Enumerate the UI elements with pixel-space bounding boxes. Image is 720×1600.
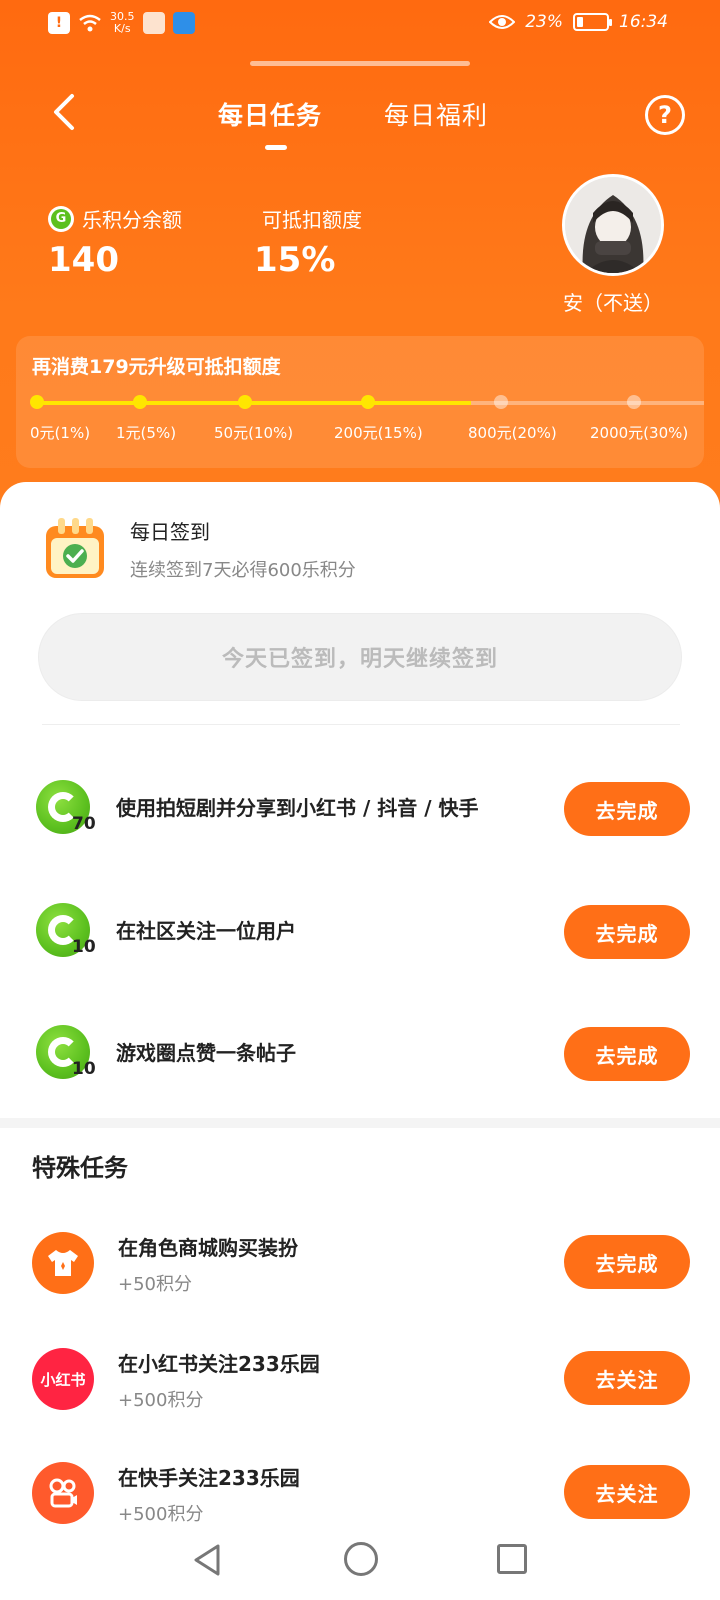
shirt-icon <box>32 1232 94 1294</box>
task-points: 10 <box>72 937 96 957</box>
task-follow-button[interactable]: 去关注 <box>564 1351 690 1405</box>
special-tasks-heading: 特殊任务 <box>32 1154 128 1182</box>
tab-bar: 每日任务 每日福利 <box>0 92 720 152</box>
avatar[interactable] <box>562 174 664 276</box>
task-title: 游戏圈点赞一条帖子 <box>116 1041 296 1065</box>
signin-subtitle: 连续签到7天必得600乐积分 <box>130 560 356 581</box>
help-icon[interactable]: ? <box>645 95 685 135</box>
points-balance-value: 140 <box>48 240 119 280</box>
signin-button[interactable]: 今天已签到，明天继续签到 <box>38 613 682 701</box>
level-dot <box>238 395 252 409</box>
level-label: 1元(5%) <box>116 424 177 442</box>
level-dot <box>627 395 641 409</box>
system-nav-bar <box>0 1524 720 1600</box>
sheet-handle[interactable] <box>250 61 470 66</box>
deduct-label: 可抵扣额度 <box>262 208 362 232</box>
task-title: 在快手关注233乐园 <box>118 1466 300 1490</box>
kuaishou-logo <box>32 1462 94 1524</box>
task-points: 10 <box>72 1059 96 1079</box>
points-balance-label: G 乐积分余额 <box>48 204 182 233</box>
task-reward: +500积分 <box>118 1504 204 1525</box>
battery-level <box>577 17 583 27</box>
alert-icon: ! <box>48 12 70 34</box>
weather-icon <box>172 12 195 34</box>
level-label: 0元(1%) <box>30 424 91 442</box>
wifi-icon <box>79 14 101 32</box>
level-dot <box>494 395 508 409</box>
level-dot <box>133 395 147 409</box>
tab-daily-tasks[interactable]: 每日任务 <box>218 96 322 132</box>
task-title: 使用拍短剧并分享到小红书 / 抖音 / 快手 <box>116 796 479 820</box>
task-title: 在社区关注一位用户 <box>116 919 296 943</box>
level-dot <box>361 395 375 409</box>
task-complete-button[interactable]: 去完成 <box>564 905 690 959</box>
task-reward: +50积分 <box>118 1274 192 1295</box>
avatar-image <box>565 177 661 273</box>
level-label: 200元(15%) <box>334 424 423 442</box>
task-complete-button[interactable]: 去完成 <box>564 1235 690 1289</box>
upgrade-title: 再消费179元升级可抵扣额度 <box>32 356 281 378</box>
signin-title: 每日签到 <box>130 520 210 544</box>
clock: 16:34 <box>619 12 668 32</box>
status-bar: ! 30.5 K/s 23% 16:34 <box>0 0 720 48</box>
nav-home-icon[interactable] <box>344 1542 378 1576</box>
task-reward: +500积分 <box>118 1390 204 1411</box>
list-item: 在角色商城购买装扮 +50积分 去完成 <box>0 1232 720 1322</box>
list-item: 10 游戏圈点赞一条帖子 去完成 <box>0 1019 720 1099</box>
network-speed: 30.5 K/s <box>110 10 135 35</box>
user-name: 安（不送） <box>563 291 663 315</box>
list-item: 70 使用拍短剧并分享到小红书 / 抖音 / 快手 去完成 <box>0 774 720 854</box>
level-dot <box>30 395 44 409</box>
task-follow-button[interactable]: 去关注 <box>564 1465 690 1519</box>
eye-icon <box>489 15 516 29</box>
task-complete-button[interactable]: 去完成 <box>564 782 690 836</box>
task-title: 在小红书关注233乐园 <box>118 1352 320 1376</box>
nav-recents-icon[interactable] <box>497 1544 527 1574</box>
task-complete-button[interactable]: 去完成 <box>564 1027 690 1081</box>
battery-icon <box>573 13 612 31</box>
shopping-bag-icon <box>142 12 165 34</box>
list-item: 小红书 在小红书关注233乐园 +500积分 去关注 <box>0 1348 720 1438</box>
tab-daily-welfare[interactable]: 每日福利 <box>384 96 488 132</box>
upgrade-progress-card: 再消费179元升级可抵扣额度 0元(1%) 1元(5%) 50元(10%) 20… <box>16 336 704 468</box>
deduct-value: 15% <box>254 240 336 280</box>
battery-percent: 23% <box>525 12 563 32</box>
points-coin-icon: G <box>48 205 74 232</box>
nav-back-icon[interactable] <box>190 1542 226 1578</box>
task-points: 70 <box>72 814 96 834</box>
xiaohongshu-logo: 小红书 <box>32 1348 94 1410</box>
level-label: 50元(10%) <box>214 424 294 442</box>
section-separator <box>0 1118 720 1128</box>
active-tab-indicator <box>265 145 287 150</box>
task-title: 在角色商城购买装扮 <box>118 1236 298 1260</box>
level-label: 2000元(30%) <box>590 424 689 442</box>
progress-fill <box>36 401 471 405</box>
list-item: 10 在社区关注一位用户 去完成 <box>0 897 720 977</box>
level-label: 800元(20%) <box>468 424 557 442</box>
divider <box>42 724 680 725</box>
calendar-check-icon <box>46 518 104 578</box>
